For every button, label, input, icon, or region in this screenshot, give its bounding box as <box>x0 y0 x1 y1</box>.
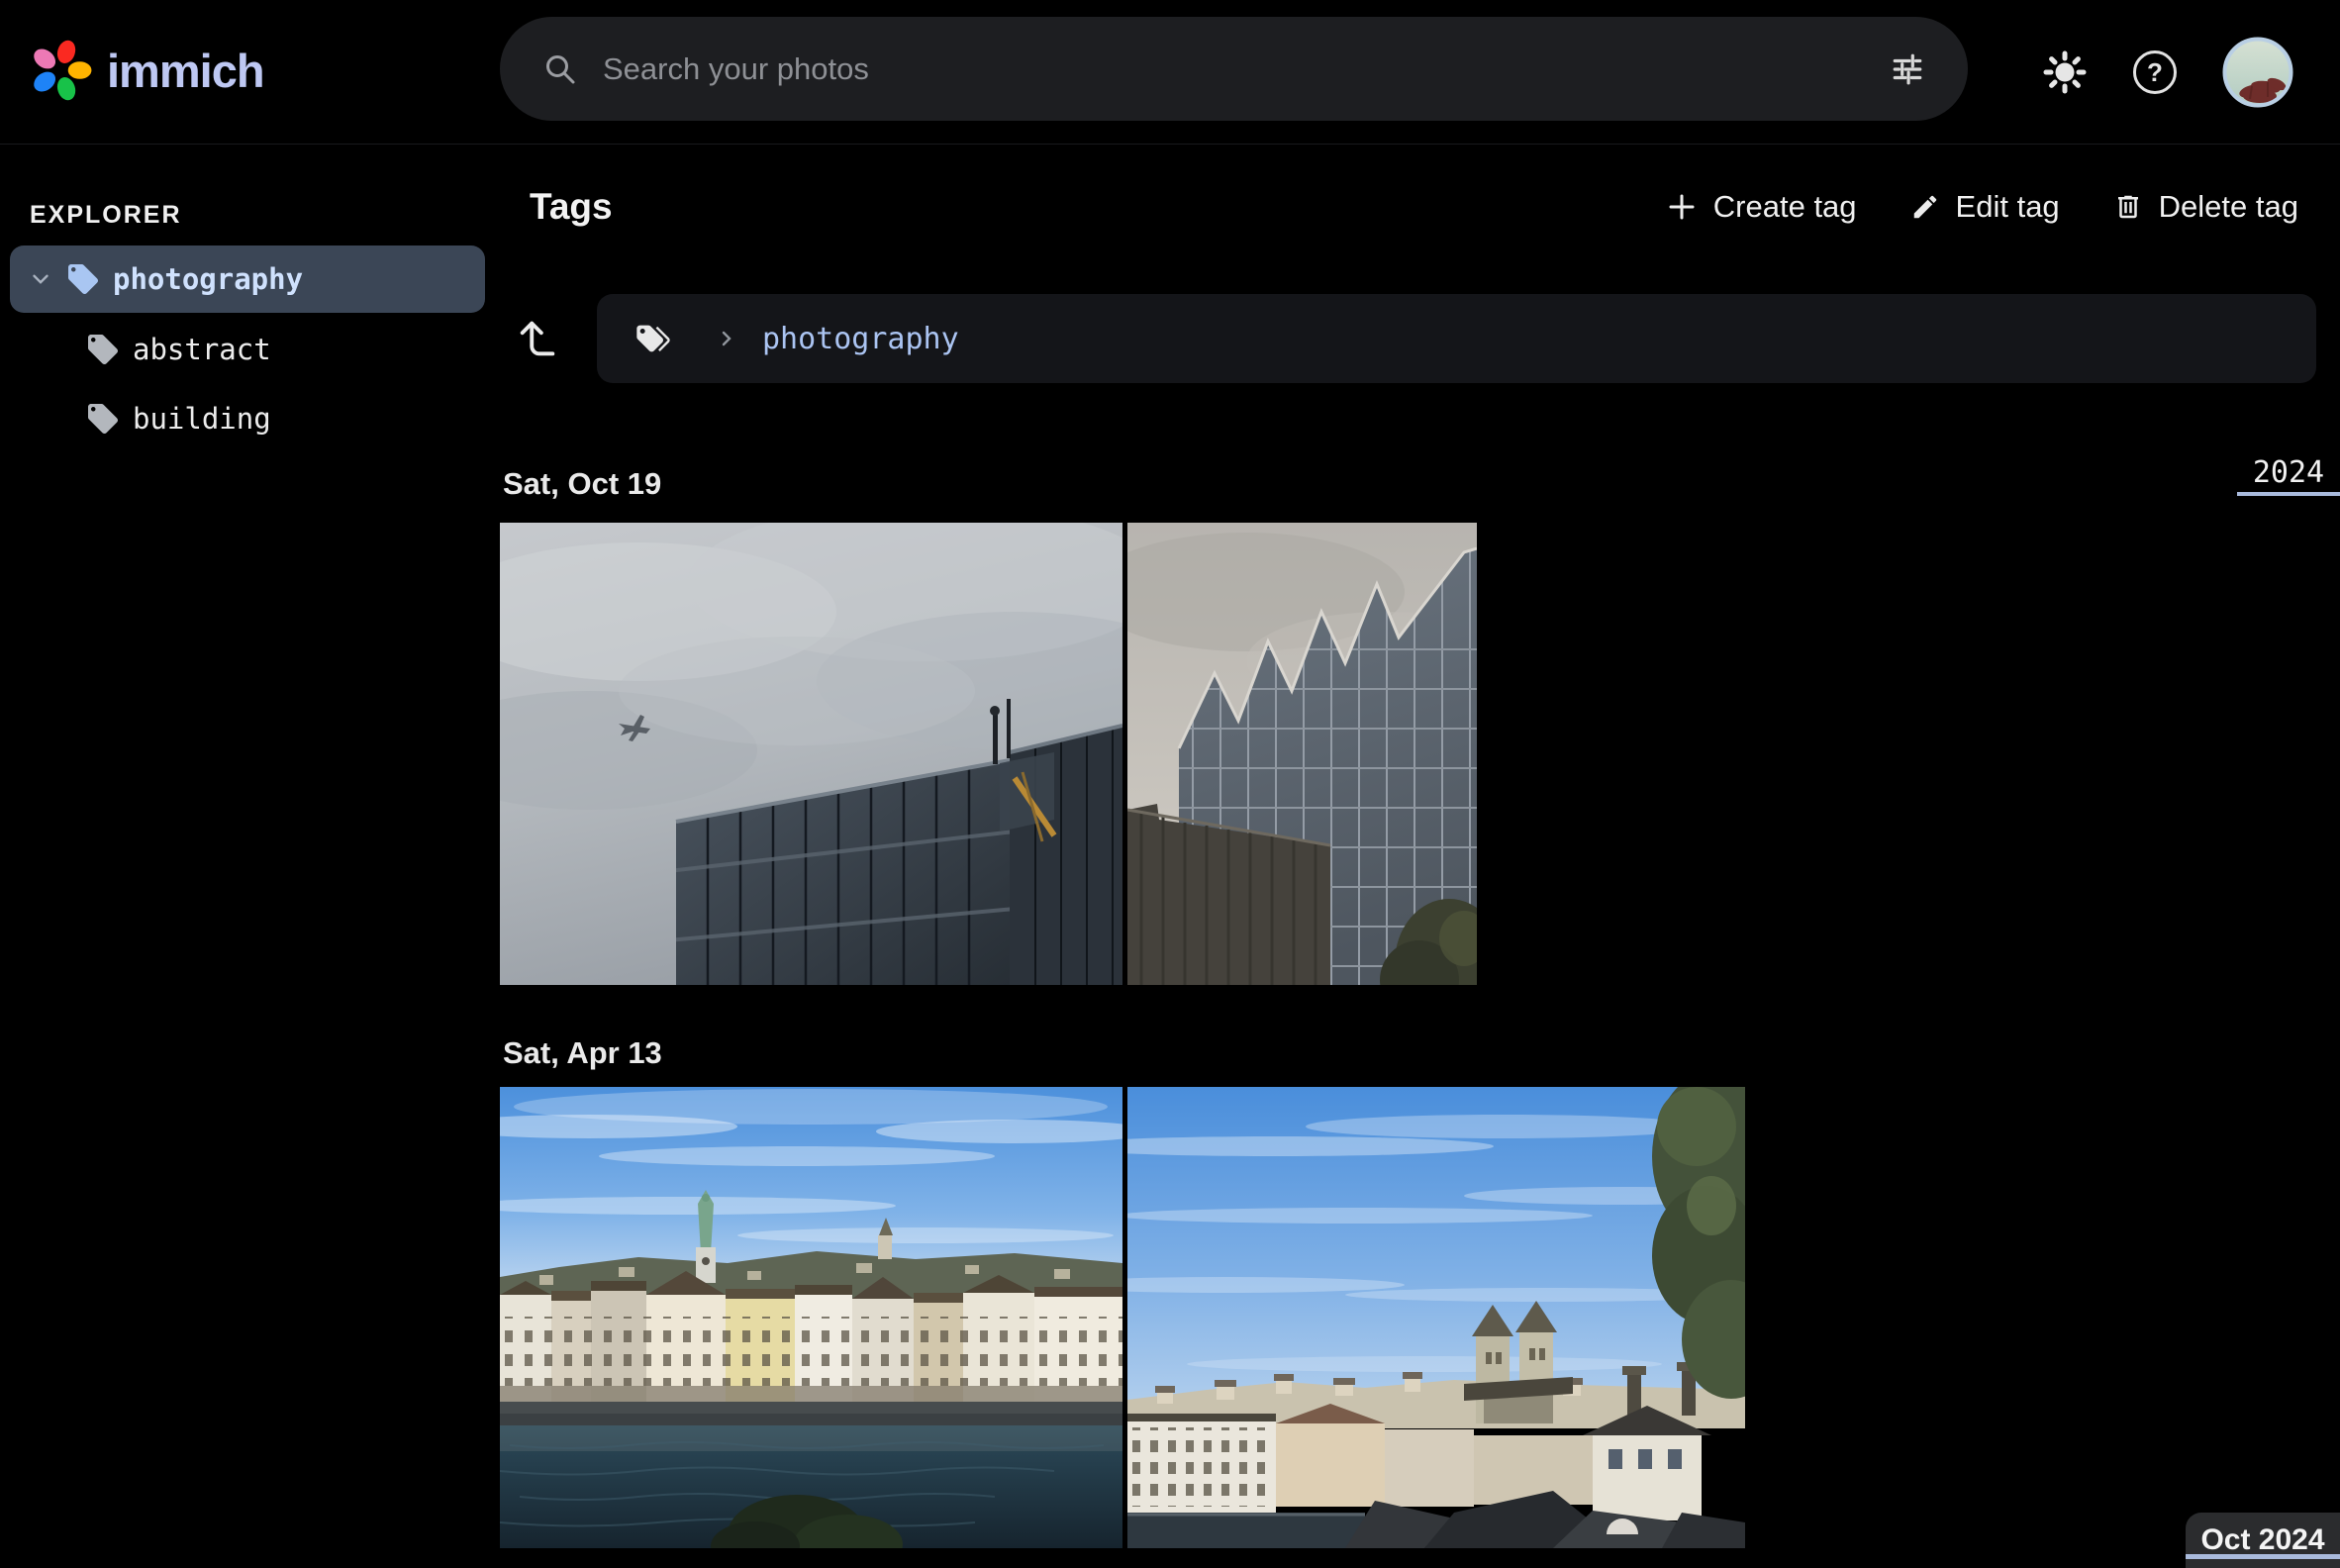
create-tag-label: Create tag <box>1713 189 1857 225</box>
app-logo[interactable]: immich <box>28 38 264 103</box>
user-avatar[interactable] <box>2222 37 2293 108</box>
main-content: Tags Create tag Edit tag Delete tag <box>495 146 2340 1568</box>
back-up-button[interactable] <box>508 316 567 361</box>
tag-tree: photography abstract building <box>0 245 495 451</box>
delete-tag-label: Delete tag <box>2159 189 2298 225</box>
sidebar-item-label: abstract <box>133 333 271 366</box>
date-group-header[interactable]: Sat, Apr 13 <box>503 1035 2340 1075</box>
date-group: Sat, Apr 13 <box>500 1035 2340 1548</box>
help-button[interactable]: ? <box>2133 50 2177 94</box>
breadcrumb-row: photography <box>500 294 2340 383</box>
sidebar-item-label: photography <box>113 262 303 296</box>
tune-icon <box>1891 52 1924 86</box>
create-tag-button[interactable]: Create tag <box>1666 189 1857 225</box>
tag-icon <box>85 401 121 437</box>
tag-actions: Create tag Edit tag Delete tag <box>1666 189 2298 225</box>
avatar-image <box>2222 37 2293 108</box>
theme-toggle-button[interactable] <box>2042 49 2088 95</box>
immich-app: immich <box>0 0 2340 1568</box>
sidebar-item-building[interactable]: building <box>10 386 485 451</box>
top-nav: immich <box>0 0 2340 145</box>
tags-icon <box>634 319 673 358</box>
chevron-down-icon[interactable] <box>28 266 53 292</box>
sidebar-item-abstract[interactable]: abstract <box>10 317 485 382</box>
sidebar: EXPLORER photography abstract <box>0 146 495 1568</box>
sun-icon <box>2042 49 2088 95</box>
immich-pinwheel-icon <box>28 38 93 103</box>
timeline-cursor-text: Oct 2024 <box>2200 1523 2324 1557</box>
date-group-header[interactable]: Sat, Oct 19 <box>503 466 2340 506</box>
trash-icon <box>2113 192 2143 222</box>
photo-thumbnail-sawtooth-building[interactable] <box>1127 523 1477 985</box>
tag-icon <box>85 332 121 367</box>
chevron-right-icon <box>715 327 738 350</box>
date-group: Sat, Oct 19 <box>500 466 2340 985</box>
timeline-year-marker[interactable]: 2024 <box>2237 455 2340 496</box>
search-icon <box>543 52 577 86</box>
search-filter-button[interactable] <box>1891 52 1924 86</box>
timeline-year-label: 2024 <box>2253 455 2324 490</box>
search-input[interactable] <box>603 51 1891 87</box>
photo-thumbnail-skyline[interactable] <box>1127 1087 1745 1548</box>
explorer-heading: EXPLORER <box>30 201 495 230</box>
pencil-icon <box>1910 192 1940 222</box>
timeline-cursor-label[interactable]: Oct 2024 <box>2186 1513 2340 1568</box>
timeline-cursor-line <box>2186 1554 2340 1559</box>
photo-thumbnail-building-airplane[interactable] <box>500 523 1122 985</box>
page-title: Tags <box>530 186 613 228</box>
timeline-year-line <box>2237 492 2340 496</box>
nav-right-icons: ? <box>2042 0 2293 145</box>
edit-tag-label: Edit tag <box>1956 189 2060 225</box>
edit-tag-button[interactable]: Edit tag <box>1910 189 2060 225</box>
tag-icon <box>65 261 101 297</box>
plus-icon <box>1666 191 1698 223</box>
sidebar-item-label: building <box>133 402 271 436</box>
breadcrumb: photography <box>597 294 2316 383</box>
breadcrumb-item-photography[interactable]: photography <box>762 322 959 356</box>
photo-thumbnail-riverfront[interactable] <box>500 1087 1122 1548</box>
question-mark-icon: ? <box>2133 50 2177 94</box>
sidebar-item-photography[interactable]: photography <box>10 245 485 313</box>
app-wordmark: immich <box>107 44 264 98</box>
delete-tag-button[interactable]: Delete tag <box>2113 189 2298 225</box>
search-bar[interactable] <box>500 17 1968 121</box>
corner-left-up-icon <box>515 316 560 361</box>
